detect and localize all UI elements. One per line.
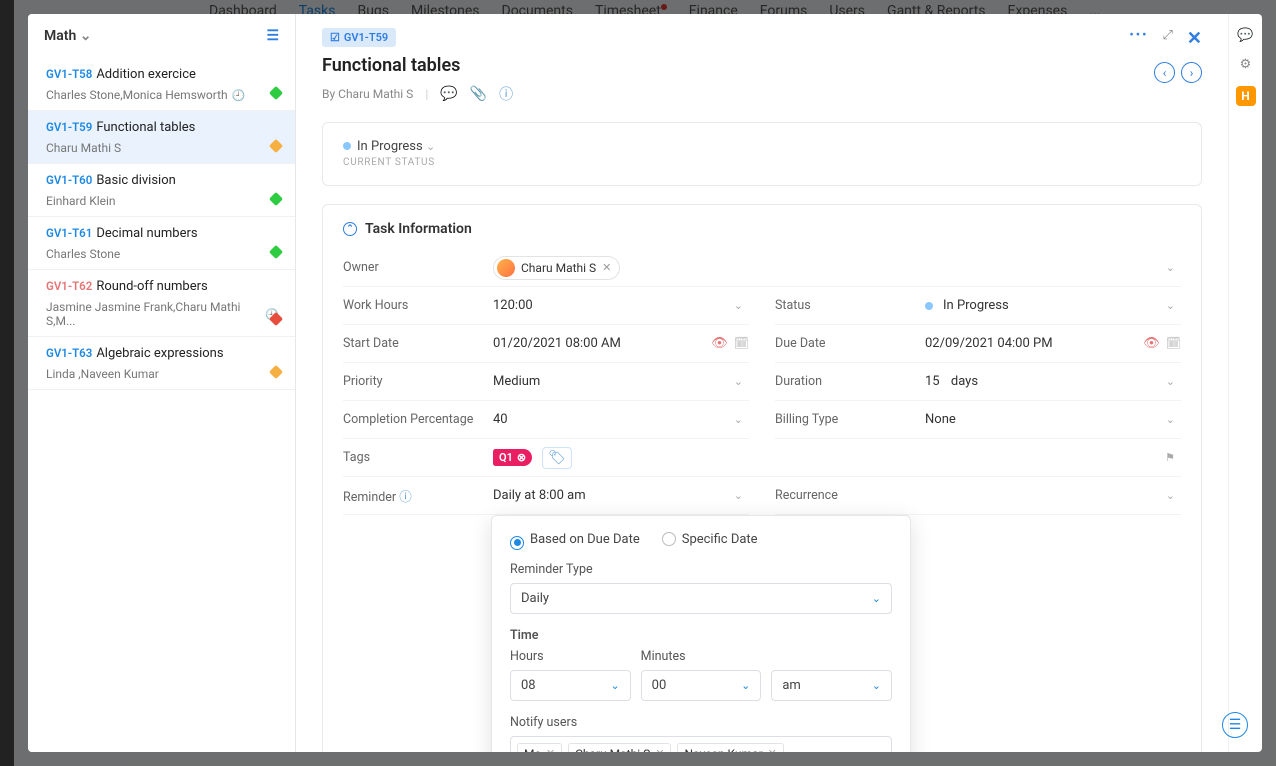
remove-chip-icon[interactable]: ✕ [546,747,555,752]
task-item-GV1-T63[interactable]: GV1-T63Algebraic expressionsLinda ,Navee… [28,337,295,390]
owner-label: Owner [343,260,493,275]
time-label: Time [510,628,892,643]
reminder-type-select[interactable]: Daily⌄ [510,583,892,614]
info-icon[interactable]: ⓘ [499,84,513,104]
close-icon[interactable]: ✕ [1187,28,1202,49]
task-title: Functional tables [322,55,1202,76]
more-icon[interactable]: ••• [1129,28,1148,49]
task-item-GV1-T60[interactable]: GV1-T60Basic divisionEinhard Klein [28,164,295,217]
startdate-value[interactable]: 01/20/2021 08:00 AM👁🗓 [493,336,749,351]
priority-value[interactable]: Medium⌄ [493,374,749,389]
reminder-popover: Based on Due Date Specific Date Reminder… [491,515,911,752]
dock-h-icon[interactable]: H [1236,86,1256,106]
ampm-select[interactable]: am⌄ [771,670,892,701]
task-item-GV1-T62[interactable]: GV1-T62Round-off numbersJasmine Jasmine … [28,270,295,337]
reminder-type-label: Reminder Type [510,562,892,577]
billing-value[interactable]: None⌄ [925,412,1181,427]
expand-icon[interactable]: ⤢ [1163,28,1173,49]
notify-users-input[interactable]: Me ✕ Charu Mathi S ✕ Naveen Kumar ✕ [510,736,892,753]
attachment-icon[interactable]: 📎 [470,86,487,102]
status-label: Status [775,298,925,313]
duration-value[interactable]: 15 days⌄ [925,374,1181,389]
filter-icon[interactable]: ☰ [266,28,279,44]
notify-label: Notify users [510,715,892,730]
hours-select[interactable]: 08⌄ [510,670,631,701]
remove-owner-icon[interactable]: ✕ [602,261,611,274]
billing-label: Billing Type [775,412,925,427]
duedate-value[interactable]: 02/09/2021 04:00 PM👁🗓 [925,336,1181,351]
workhours-label: Work Hours [343,298,493,313]
task-item-GV1-T59[interactable]: GV1-T59Functional tablesCharu Mathi S [28,111,295,164]
notify-chip[interactable]: Naveen Kumar ✕ [677,743,783,753]
chevron-down-icon: ⌄ [80,28,92,44]
comment-icon[interactable]: 💬 [440,86,457,102]
completion-value[interactable]: 40⌄ [493,412,749,427]
remove-tag-icon[interactable]: ⊗ [517,451,526,464]
detail-pane: ••• ⤢ ✕ ‹ › ☑ GV1-T59 Functional tables … [296,14,1228,752]
reminder-label: Reminder ⓘ [343,486,493,505]
startdate-label: Start Date [343,336,493,351]
completion-label: Completion Percentage [343,412,493,427]
help-bubble[interactable]: ☰ [1222,712,1248,738]
next-task-button[interactable]: › [1181,62,1202,83]
eye-icon[interactable]: 👁 [711,336,728,351]
task-list: GV1-T58Addition exerciceCharles Stone,Mo… [28,58,295,752]
calendar-icon[interactable]: 🗓 [1166,336,1181,351]
hours-label: Hours [510,649,631,664]
notify-chip[interactable]: Charu Mathi S ✕ [568,743,671,753]
tags-label: Tags [343,450,493,465]
minutes-label: Minutes [641,649,762,664]
add-tag-icon[interactable]: 🏷 [542,447,572,469]
remove-chip-icon[interactable]: ✕ [655,747,664,752]
notify-chip[interactable]: Me ✕ [517,743,562,753]
task-detail-window: Math ⌄ ☰ GV1-T58Addition exerciceCharles… [28,14,1262,752]
duration-label: Duration [775,374,925,389]
task-sidebar: Math ⌄ ☰ GV1-T58Addition exerciceCharles… [28,14,296,752]
recurrence-label: Recurrence [775,488,925,503]
collapse-icon[interactable]: ⌃ [343,222,357,236]
chevron-down-icon[interactable]: ⌄ [1166,261,1181,274]
left-rail [0,0,14,766]
byline: By Charu Mathi S | 💬 📎 ⓘ [322,84,1202,104]
workhours-value[interactable]: 120:00⌄ [493,298,749,313]
task-item-GV1-T61[interactable]: GV1-T61Decimal numbersCharles Stone [28,217,295,270]
prev-task-button[interactable]: ‹ [1154,62,1175,83]
sidebar-title[interactable]: Math ⌄ [44,28,92,44]
reminder-value[interactable]: Daily at 8:00 am⌄ [493,488,749,503]
right-dock: 💬 ⚙ H [1228,14,1262,752]
tag-settings-icon[interactable]: ⚑ [1165,451,1181,464]
radio-specific-date[interactable]: Specific Date [662,532,758,550]
minutes-select[interactable]: 00⌄ [641,670,762,701]
task-item-GV1-T58[interactable]: GV1-T58Addition exerciceCharles Stone,Mo… [28,58,295,111]
owner-chip[interactable]: Charu Mathi S✕ [493,256,620,280]
section-title: Task Information [365,221,472,237]
eye-icon[interactable]: 👁 [1143,336,1160,351]
remove-chip-icon[interactable]: ✕ [768,747,777,752]
status-value[interactable]: In Progress⌄ [925,298,1181,313]
duedate-label: Due Date [775,336,925,351]
tags-value[interactable]: Q1⊗ 🏷 ⚑ [493,447,1181,469]
status-block[interactable]: In Progress ⌄ CURRENT STATUS [343,139,441,168]
priority-label: Priority [343,374,493,389]
dock-settings-icon[interactable]: ⚙ [1240,57,1252,72]
dock-chat-icon[interactable]: 💬 [1237,28,1253,43]
recurrence-value[interactable]: ⌄ [925,489,1181,502]
radio-due-date[interactable]: Based on Due Date [510,532,640,550]
task-id-badge: ☑ GV1-T59 [322,28,396,47]
calendar-icon[interactable]: 🗓 [734,336,749,351]
